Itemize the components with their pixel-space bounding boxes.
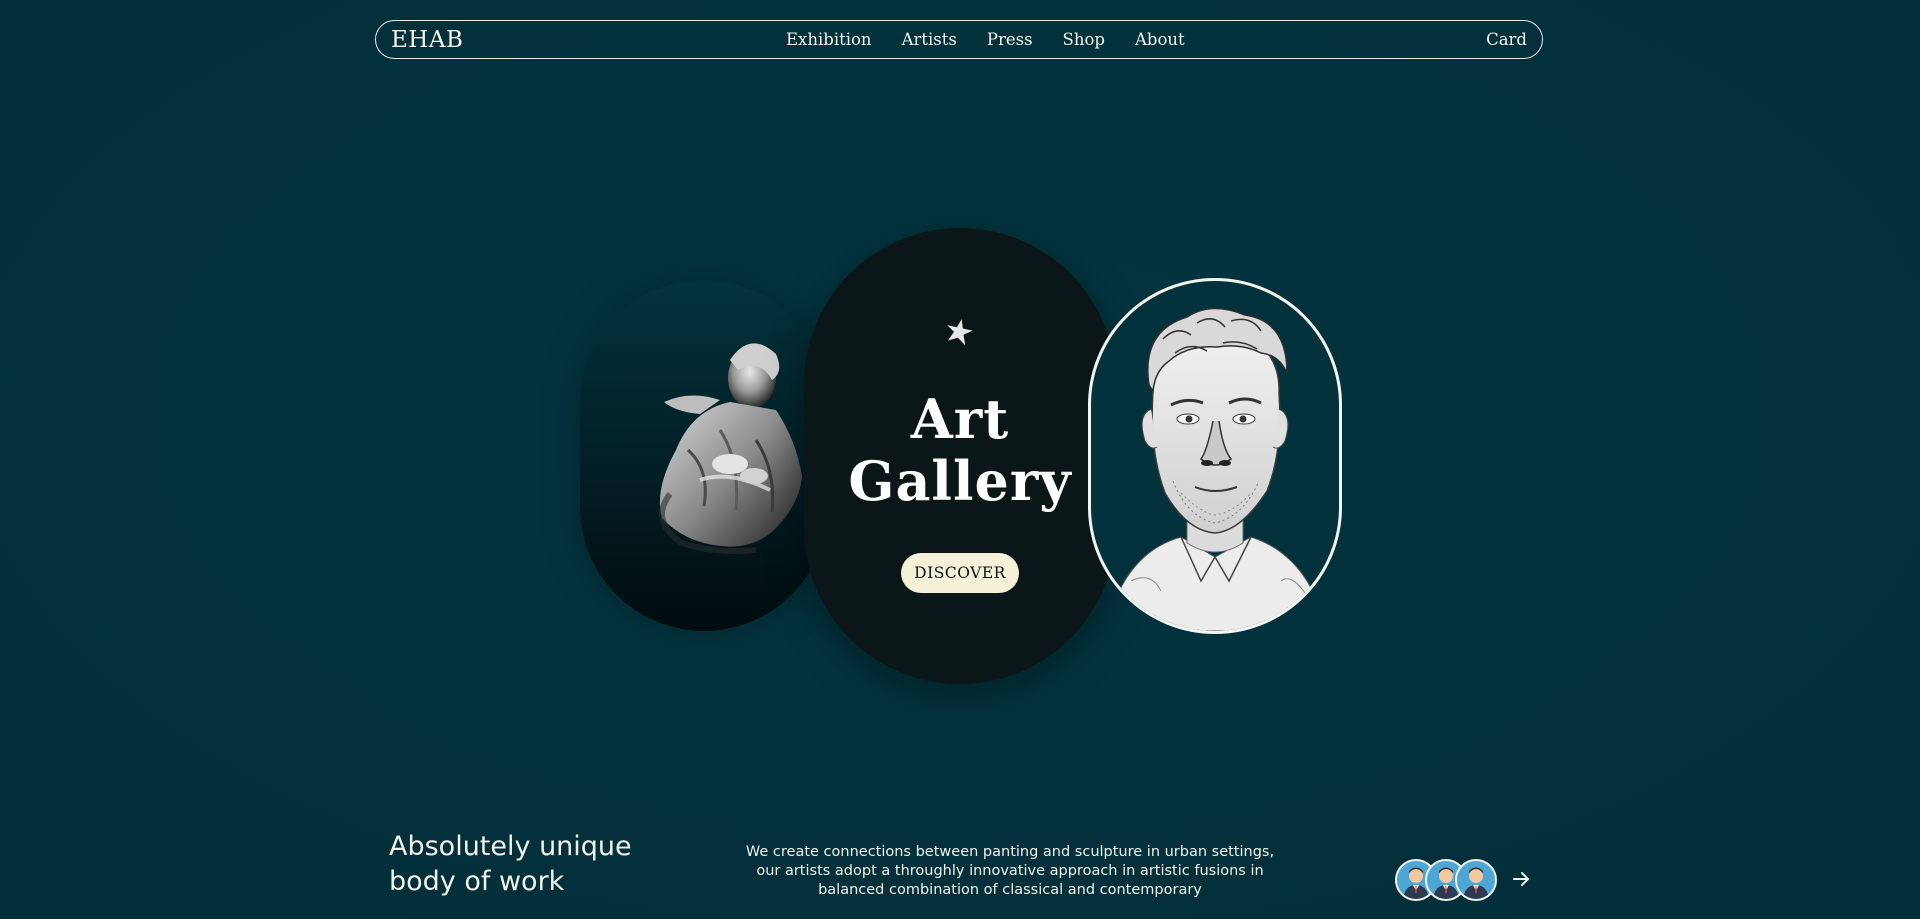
nav-link-exhibition[interactable]: Exhibition xyxy=(786,30,872,49)
statue-image xyxy=(659,343,802,554)
star-icon xyxy=(947,319,973,346)
discover-button[interactable]: DISCOVER xyxy=(901,553,1019,593)
section-tagline: Absolutely unique body of work xyxy=(389,829,669,899)
portrait-sketch-image xyxy=(1110,307,1322,631)
hero-title-line-1: Art xyxy=(910,387,1010,451)
section-description: We create connections between panting an… xyxy=(745,844,1275,898)
nav-link-press[interactable]: Press xyxy=(987,30,1033,49)
page: EHAB Exhibition Artists Press Shop About… xyxy=(0,0,1920,919)
hero-title-line-2: Gallery xyxy=(848,449,1072,513)
statue-card xyxy=(580,280,828,631)
tagline-line-1: Absolutely unique xyxy=(389,831,632,862)
person-icon xyxy=(1463,867,1489,899)
artist-avatars xyxy=(1395,859,1505,901)
hero-title: Art Gallery xyxy=(804,388,1116,512)
cart-link[interactable]: Card xyxy=(1486,30,1527,49)
nav-link-artists[interactable]: Artists xyxy=(902,30,957,49)
portrait-card xyxy=(1088,278,1342,634)
logo-link[interactable]: EHAB xyxy=(391,27,463,53)
tagline-line-2: body of work xyxy=(389,866,565,897)
top-navbar: EHAB Exhibition Artists Press Shop About… xyxy=(375,20,1543,59)
nav-links: Exhibition Artists Press Shop About xyxy=(786,30,1185,49)
avatar[interactable] xyxy=(1455,859,1497,901)
nav-link-shop[interactable]: Shop xyxy=(1063,30,1105,49)
arrow-right-icon[interactable] xyxy=(1510,868,1532,890)
nav-link-about[interactable]: About xyxy=(1135,30,1185,49)
